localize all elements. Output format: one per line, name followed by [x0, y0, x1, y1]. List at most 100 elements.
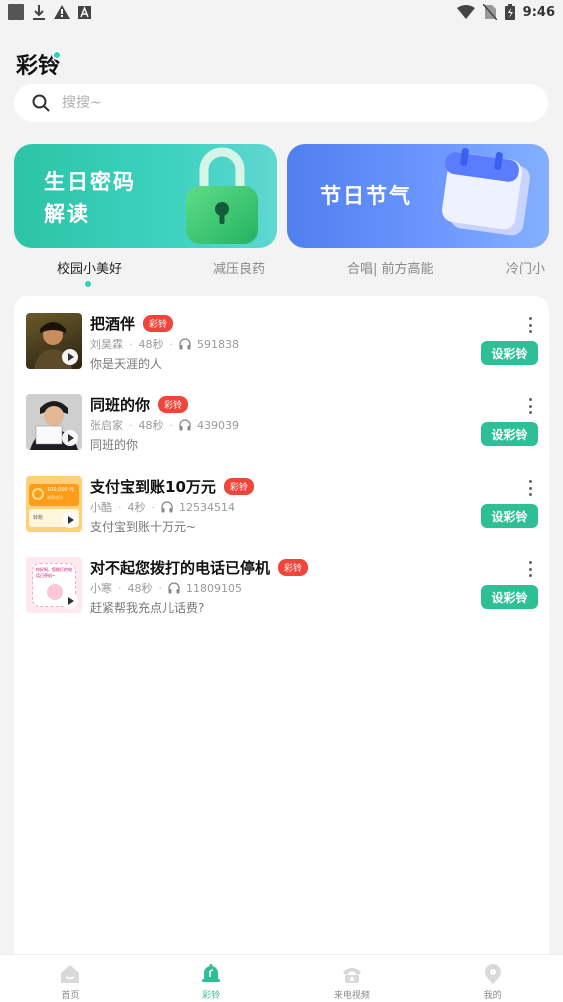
nav-label: 首页	[61, 991, 80, 1001]
home-icon	[61, 965, 80, 983]
ringtone-badge: 彩铃	[278, 559, 309, 576]
cover-card: 100,000 元 收款成功	[29, 484, 79, 506]
song-cover	[26, 313, 82, 369]
cover-corner-text: 转账	[33, 515, 44, 521]
list-item[interactable]: 100,000 元 收款成功 转账 支付宝到账10万元 彩铃 小酷 · 4秒 ·…	[14, 476, 549, 548]
meta-separator: ·	[118, 500, 122, 514]
status-right: 9:46	[456, 4, 555, 20]
tab-stress-relief[interactable]: 减压良药	[213, 258, 265, 277]
more-options-icon[interactable]	[526, 398, 534, 414]
song-description: 支付宝到账十万元~	[90, 520, 197, 534]
meta-separator: ·	[118, 581, 122, 595]
play-icon[interactable]	[62, 593, 78, 609]
meta-separator: ·	[129, 337, 133, 351]
no-sim-icon	[482, 4, 497, 20]
song-title: 把酒伴	[90, 315, 136, 333]
cover-amount: 100,000 元	[47, 487, 75, 493]
status-left	[8, 4, 91, 20]
ringtone-badge: 彩铃	[143, 315, 174, 332]
list-item[interactable]: 把酒伴 彩铃 刘昊霖 · 48秒 · 591838 你是天涯的人 设彩铃	[14, 313, 549, 385]
more-options-icon[interactable]	[526, 561, 534, 577]
song-duration: 48秒	[138, 338, 164, 351]
nav-label: 来电视频	[333, 991, 370, 1001]
app-icon	[8, 4, 24, 20]
coin-icon	[32, 488, 44, 500]
song-duration: 48秒	[138, 419, 164, 432]
title-dot-indicator	[52, 50, 62, 60]
headphone-icon	[168, 582, 180, 594]
banner-line1: 生日密码	[44, 170, 136, 194]
more-options-icon[interactable]	[526, 317, 534, 333]
set-ringtone-button[interactable]: 设彩铃	[481, 504, 538, 528]
list-item[interactable]: 同班的你 彩铃 张启家 · 48秒 · 439039 同班的你 设彩铃	[14, 394, 549, 466]
song-cover: 100,000 元 收款成功 转账	[26, 476, 82, 532]
play-icon[interactable]	[62, 349, 78, 365]
song-list: 把酒伴 彩铃 刘昊霖 · 48秒 · 591838 你是天涯的人 设彩铃 同班的…	[14, 296, 549, 956]
song-duration: 48秒	[127, 582, 153, 595]
nav-item-profile[interactable]: 我的	[422, 955, 563, 1002]
nav-item-ringtone[interactable]: 彩铃	[141, 955, 282, 1002]
list-item[interactable]: 你好呀，您拨打的电话已停机~ 对不起您拨打的电话已停机 彩铃 小寒 · 48秒 …	[14, 557, 549, 629]
cover-text: 你好呀，您拨打的电话已停机~	[36, 567, 72, 578]
headphone-icon	[161, 501, 173, 513]
category-tabs: 校园小美好 减压良药 合唱| 前方高能 冷门小	[0, 256, 563, 287]
more-options-icon[interactable]	[526, 480, 534, 496]
bottom-navigation: 首页 彩铃 来电视频 我的	[0, 954, 563, 1002]
song-title-row: 把酒伴 彩铃	[90, 313, 174, 334]
search-input[interactable]	[62, 95, 462, 111]
song-description: 你是天涯的人	[90, 357, 163, 371]
tab-chorus[interactable]: 合唱| 前方高能	[347, 258, 434, 277]
cover-subtitle: 收款成功	[47, 495, 63, 500]
battery-icon	[504, 4, 515, 20]
search-bar[interactable]	[14, 84, 548, 122]
calendar-icon	[442, 148, 530, 236]
banner-line2: 解读	[44, 202, 90, 226]
phone-icon	[342, 968, 361, 983]
nav-item-call-video[interactable]: 来电视频	[282, 955, 423, 1002]
song-artist: 小寒	[90, 582, 112, 595]
tab-active-indicator	[85, 281, 91, 287]
headphone-icon	[179, 419, 191, 431]
song-meta: 张启家 · 48秒 · 439039	[90, 417, 239, 433]
song-title-row: 对不起您拨打的电话已停机 彩铃	[90, 557, 309, 578]
warning-icon	[54, 5, 70, 19]
meta-separator: ·	[129, 418, 133, 432]
wifi-icon	[456, 5, 475, 19]
search-icon	[32, 94, 50, 112]
song-description: 同班的你	[90, 438, 139, 452]
song-plays: 439039	[197, 418, 239, 432]
banner-text: 生日密码 解读	[44, 166, 154, 230]
tab-niche[interactable]: 冷门小	[506, 258, 545, 277]
song-artist: 张启家	[90, 419, 123, 432]
headphone-icon	[179, 338, 191, 350]
bell-icon	[202, 964, 221, 982]
profile-icon	[484, 964, 501, 984]
ringtone-badge: 彩铃	[223, 478, 254, 495]
song-meta: 小酷 · 4秒 · 12534514	[90, 499, 235, 515]
play-icon[interactable]	[62, 430, 78, 446]
song-title-row: 支付宝到账10万元 彩铃	[90, 476, 254, 497]
song-title-row: 同班的你 彩铃	[90, 394, 189, 415]
song-meta: 刘昊霖 · 48秒 · 591838	[90, 336, 239, 352]
play-icon[interactable]	[62, 512, 78, 528]
set-ringtone-button[interactable]: 设彩铃	[481, 585, 538, 609]
tab-campus[interactable]: 校园小美好	[57, 258, 122, 277]
download-icon	[33, 5, 45, 20]
ringtone-badge: 彩铃	[158, 396, 189, 413]
song-cover: 你好呀，您拨打的电话已停机~	[26, 557, 82, 613]
nav-item-home[interactable]: 首页	[0, 955, 141, 1002]
banner-birthday-code[interactable]: 生日密码 解读	[14, 144, 277, 248]
nav-label: 我的	[483, 991, 502, 1001]
banner-text: 节日节气	[320, 184, 412, 208]
meta-separator: ·	[169, 418, 174, 432]
set-ringtone-button[interactable]: 设彩铃	[481, 341, 538, 365]
status-bar: 9:46	[0, 0, 563, 24]
song-title: 对不起您拨打的电话已停机	[90, 559, 271, 577]
nav-label: 彩铃	[202, 991, 221, 1001]
set-ringtone-button[interactable]: 设彩铃	[481, 422, 538, 446]
song-cover	[26, 394, 82, 450]
song-plays: 591838	[197, 337, 239, 351]
a-icon	[78, 5, 91, 19]
song-description: 赶紧帮我充点儿话费?	[90, 601, 205, 615]
banner-festival[interactable]: 节日节气	[287, 144, 549, 248]
